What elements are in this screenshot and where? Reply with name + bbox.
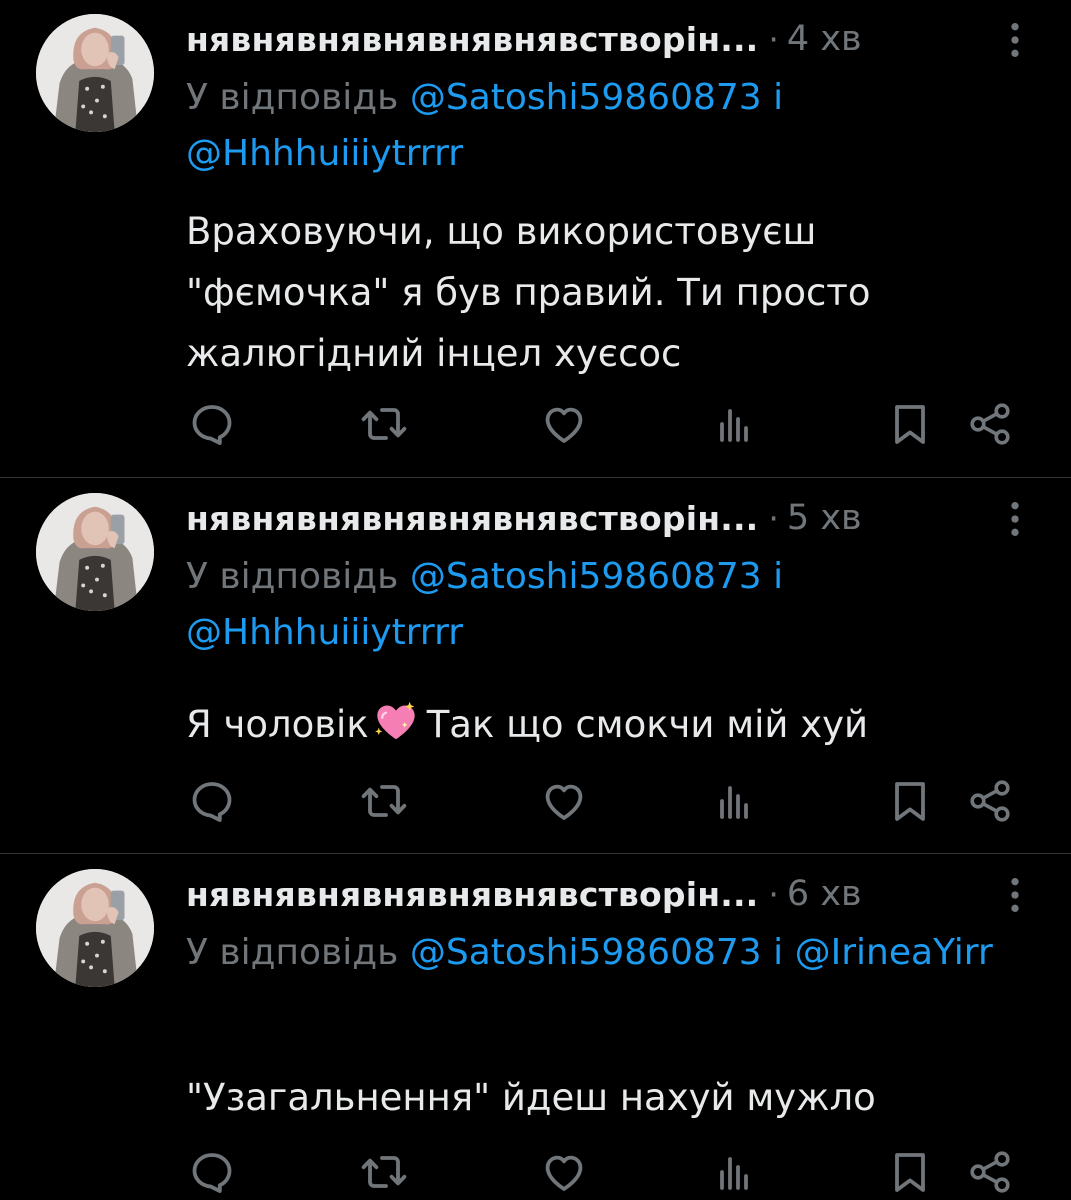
views-icon[interactable] <box>710 1148 758 1196</box>
mention-link[interactable]: @Satoshi59860873 <box>410 77 762 118</box>
like-icon[interactable] <box>540 400 588 448</box>
mention-link[interactable]: @Satoshi59860873 <box>410 556 762 597</box>
tweet[interactable]: нявнявнявнявнявнявстворін... · 5 хв У ві… <box>0 479 1071 854</box>
share-icon[interactable] <box>966 400 1014 448</box>
reply-conjunction: і <box>773 932 784 973</box>
retweet-icon[interactable] <box>360 400 408 448</box>
tweet-header: нявнявнявнявнявнявстворін... · 6 хв <box>186 869 986 919</box>
tweet[interactable]: нявнявнявнявнявнявстворін... · 6 хв У ві… <box>0 855 1071 1200</box>
author-name[interactable]: нявнявнявнявнявнявстворін... <box>186 875 758 914</box>
tweet-text: Враховуючи, що використовуєш "фємочка" я… <box>186 210 871 375</box>
action-bar <box>186 1148 1036 1198</box>
bookmark-icon[interactable] <box>886 1148 934 1196</box>
author-name[interactable]: нявнявнявнявнявнявстворін... <box>186 20 758 59</box>
tweet-header: нявнявнявнявнявнявстворін... · 5 хв <box>186 493 986 543</box>
tweet-text: Я чоловік Так що смокчи мій хуй <box>186 694 1026 755</box>
reply-context: У відповідь @Satoshi59860873 і @Hhhhuiii… <box>186 549 1006 661</box>
tweet[interactable]: нявнявнявнявнявнявстворін... · 4 хв У ві… <box>0 0 1071 478</box>
reply-icon[interactable] <box>188 1148 236 1196</box>
avatar[interactable] <box>36 14 154 132</box>
reply-icon[interactable] <box>188 777 236 825</box>
mention-link[interactable]: @IrineaYirr <box>795 932 993 973</box>
mention-link[interactable]: @Hhhhuiiiytrrrr <box>186 133 463 174</box>
views-icon[interactable] <box>710 777 758 825</box>
action-bar <box>186 777 1036 827</box>
reply-prefix: У відповідь <box>186 932 399 973</box>
tweet-text: "Узагальнення" йдеш нахуй мужло <box>186 1076 876 1119</box>
like-icon[interactable] <box>540 777 588 825</box>
mention-link[interactable]: @Hhhhuiiiytrrrr <box>186 612 463 653</box>
reply-conjunction: і <box>773 77 784 118</box>
timestamp[interactable]: 4 хв <box>787 19 862 59</box>
reply-context: У відповідь @Satoshi59860873 і @IrineaYi… <box>186 925 1006 981</box>
timestamp[interactable]: 5 хв <box>787 498 862 538</box>
reply-context: У відповідь @Satoshi59860873 і @Hhhhuiii… <box>186 70 1006 182</box>
mention-link[interactable]: @Satoshi59860873 <box>410 932 762 973</box>
reply-icon[interactable] <box>188 400 236 448</box>
more-options-icon[interactable] <box>1001 20 1029 60</box>
tweet-header: нявнявнявнявнявнявстворін... · 4 хв <box>186 14 986 64</box>
action-bar <box>186 400 1036 450</box>
reply-conjunction: і <box>773 556 784 597</box>
avatar[interactable] <box>36 493 154 611</box>
separator-dot: · <box>768 874 779 914</box>
timestamp[interactable]: 6 хв <box>787 874 862 914</box>
retweet-icon[interactable] <box>360 777 408 825</box>
like-icon[interactable] <box>540 1148 588 1196</box>
views-icon[interactable] <box>710 400 758 448</box>
share-icon[interactable] <box>966 777 1014 825</box>
more-options-icon[interactable] <box>1001 875 1029 915</box>
more-options-icon[interactable] <box>1001 499 1029 539</box>
reply-prefix: У відповідь <box>186 77 399 118</box>
author-name[interactable]: нявнявнявнявнявнявстворін... <box>186 499 758 538</box>
separator-dot: · <box>768 19 779 59</box>
sparkling-heart-emoji-icon <box>373 699 419 745</box>
retweet-icon[interactable] <box>360 1148 408 1196</box>
reply-prefix: У відповідь <box>186 556 399 597</box>
bookmark-icon[interactable] <box>886 400 934 448</box>
share-icon[interactable] <box>966 1148 1014 1196</box>
bookmark-icon[interactable] <box>886 777 934 825</box>
avatar[interactable] <box>36 869 154 987</box>
tweet-text-part: Так що смокчи мій хуй <box>426 703 869 746</box>
separator-dot: · <box>768 498 779 538</box>
tweet-text-part: Я чоловік <box>186 703 369 746</box>
